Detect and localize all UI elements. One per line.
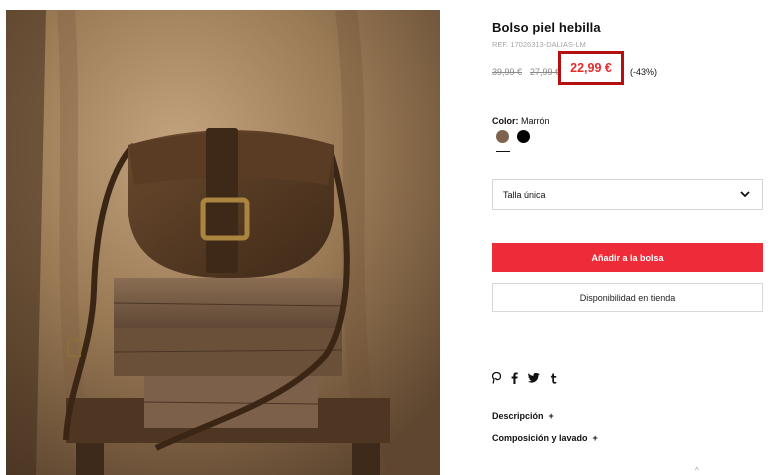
- add-to-bag-button[interactable]: Añadir a la bolsa: [492, 243, 763, 272]
- previous-price: 27,99 €: [530, 67, 561, 77]
- original-price: 39,99 €: [492, 67, 523, 77]
- tumblr-icon[interactable]: [550, 372, 557, 384]
- plus-icon: +: [592, 433, 598, 443]
- product-panel: Bolso piel hebilla REF. 17026313-DALIAS-…: [492, 0, 764, 475]
- plus-icon: +: [548, 411, 554, 421]
- accordion-composition[interactable]: Composición y lavado +: [492, 433, 598, 443]
- twitter-icon[interactable]: [528, 372, 540, 384]
- color-value: Marrón: [521, 116, 550, 126]
- facebook-icon[interactable]: [511, 372, 518, 384]
- pinterest-icon[interactable]: [492, 372, 501, 384]
- selected-swatch-indicator: [496, 151, 510, 152]
- size-selected-value: Talla única: [503, 189, 546, 200]
- accordion-description[interactable]: Descripción +: [492, 411, 554, 421]
- accordion-description-label: Descripción: [492, 411, 544, 421]
- chevron-down-icon: [740, 190, 750, 200]
- accordion-composition-label: Composición y lavado: [492, 433, 588, 443]
- scroll-up-icon[interactable]: ^: [695, 466, 699, 475]
- share-icons: [492, 372, 557, 384]
- product-title: Bolso piel hebilla: [492, 20, 601, 35]
- color-label: Color: Marrón: [492, 116, 550, 126]
- store-availability-button[interactable]: Disponibilidad en tienda: [492, 283, 763, 312]
- price-row: 39,99 € 27,99 € 22,99 € (-43%): [492, 51, 657, 85]
- current-price: 22,99 €: [558, 51, 624, 85]
- swatch-black[interactable]: [517, 130, 530, 143]
- swatch-brown[interactable]: [496, 130, 509, 143]
- color-swatches: [496, 130, 530, 143]
- color-label-title: Color:: [492, 116, 519, 126]
- product-reference: REF. 17026313-DALIAS-LM: [492, 40, 586, 49]
- size-select[interactable]: Talla única: [492, 179, 763, 210]
- discount-badge: (-43%): [630, 67, 658, 77]
- product-image[interactable]: [6, 10, 440, 475]
